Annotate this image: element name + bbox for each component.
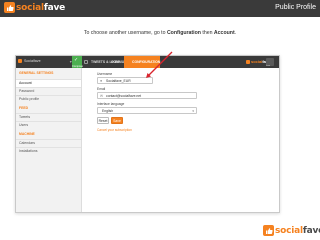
annotation-arrow: [146, 51, 173, 78]
footer-brand-word-2: fave: [302, 225, 320, 236]
footer-brand-word-1: social: [275, 225, 303, 236]
thumbs-up-icon: [263, 225, 274, 236]
socialfave-logo-footer: socialfave: [263, 225, 320, 236]
